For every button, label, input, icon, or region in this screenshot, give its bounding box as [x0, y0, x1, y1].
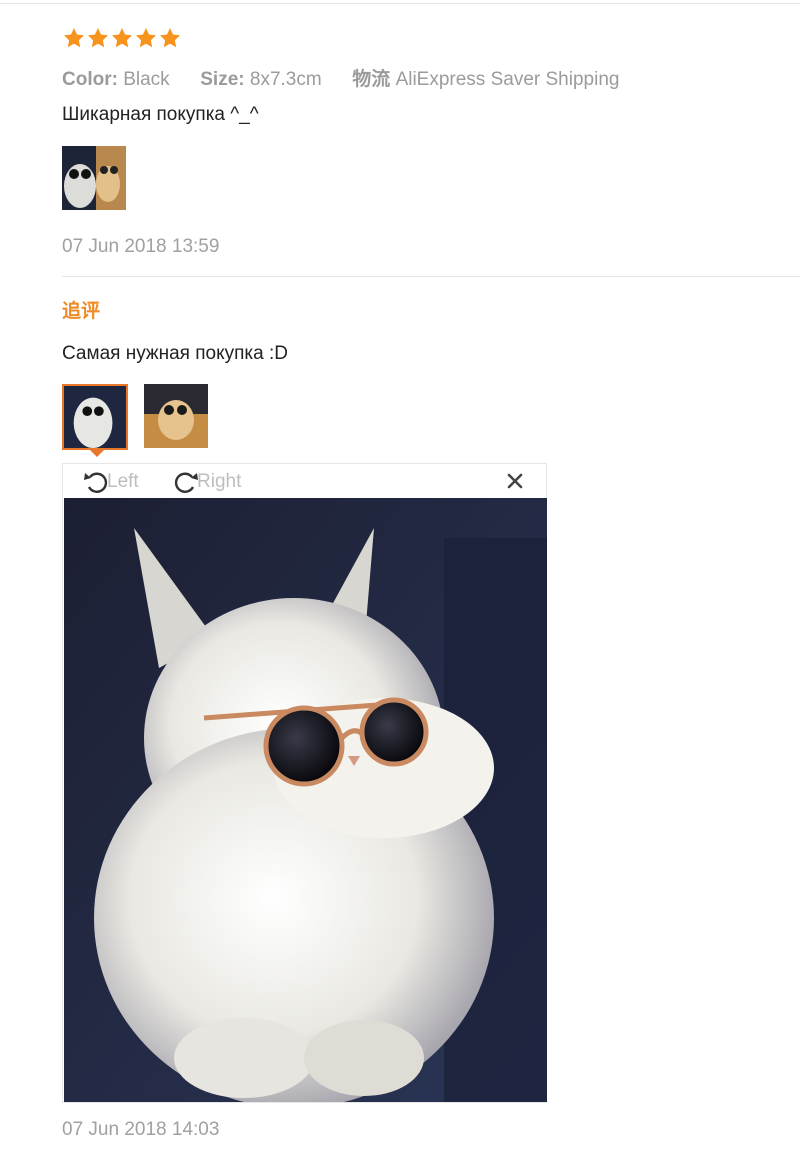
shipping-value: AliExpress Saver Shipping: [395, 69, 620, 90]
section-divider: [62, 276, 800, 277]
followup-photo-thumbnail[interactable]: [144, 384, 208, 448]
size-value: 8x7.3cm: [249, 69, 322, 90]
viewer-toolbar: Left Right: [63, 464, 546, 498]
product-attributes: Color: Black Size: 8x7.3cm 物流 AliExpress…: [62, 64, 619, 91]
followup-photo-thumbnail-selected[interactable]: [62, 384, 128, 450]
size-label: Size:: [200, 69, 245, 90]
enlarged-review-photo: [64, 498, 547, 1102]
color-value: Black: [123, 69, 170, 90]
star-icon: [64, 28, 84, 48]
rating-stars: [62, 26, 182, 50]
photo-viewer: Left Right: [62, 463, 547, 1103]
star-icon: [112, 28, 132, 48]
rotate-right-label: Right: [197, 471, 242, 492]
review-date: 07 Jun 2018 13:59: [62, 236, 220, 257]
followup-date: 07 Jun 2018 14:03: [62, 1119, 220, 1140]
rotate-left-label: Left: [107, 471, 139, 492]
star-icon: [88, 28, 108, 48]
top-divider: [0, 3, 800, 4]
rotate-left-button[interactable]: Left: [81, 467, 139, 497]
followup-heading: 追评: [62, 301, 101, 322]
review-photo-thumbnail[interactable]: [62, 146, 126, 210]
shipping-label: 物流: [352, 69, 391, 90]
rotate-right-button[interactable]: Right: [171, 467, 241, 497]
close-icon[interactable]: [504, 470, 526, 492]
star-icon: [136, 28, 156, 48]
selected-indicator: [88, 448, 106, 457]
followup-text: Самая нужная покупка :D: [62, 343, 288, 364]
color-label: Color:: [62, 69, 118, 90]
star-icon: [160, 28, 180, 48]
review-text: Шикарная покупка ^_^: [62, 104, 259, 125]
